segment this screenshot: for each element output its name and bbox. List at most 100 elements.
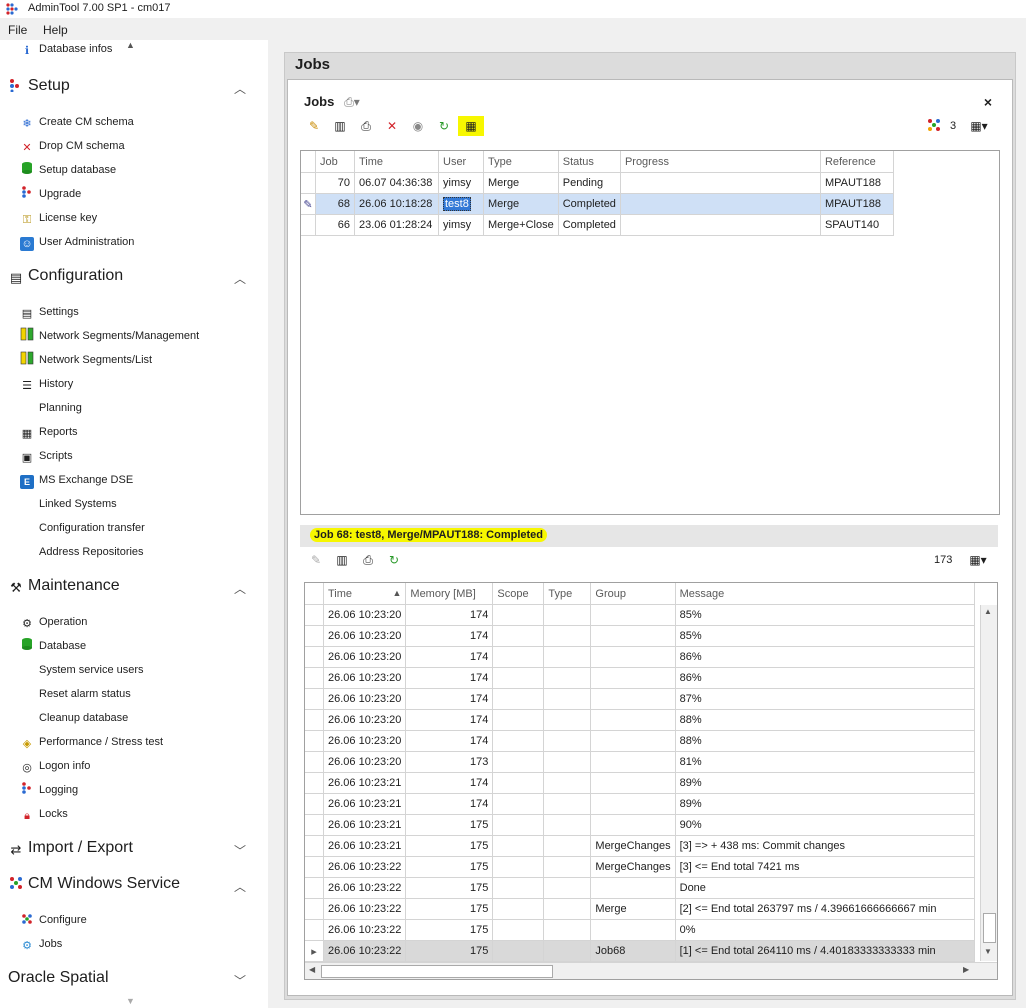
- scrollbar-thumb[interactable]: [321, 965, 553, 978]
- calendar-icon[interactable]: ▥: [334, 552, 350, 568]
- cell-type[interactable]: [543, 604, 592, 626]
- cell-type[interactable]: [543, 772, 592, 794]
- grid-layout-icon[interactable]: ▦▾: [966, 118, 992, 134]
- cell-type[interactable]: [543, 730, 592, 752]
- cell-scope[interactable]: [492, 940, 545, 962]
- close-icon[interactable]: ×: [980, 94, 996, 110]
- cell-group[interactable]: [590, 814, 676, 836]
- sidebar-item-jobs[interactable]: ⚙ Jobs: [20, 934, 62, 954]
- cell-scope[interactable]: [492, 646, 545, 668]
- cell-group[interactable]: MergeChanges: [590, 835, 676, 857]
- cell-time[interactable]: 26.06 10:23:20: [323, 730, 407, 752]
- cell-message[interactable]: 89%: [675, 772, 975, 794]
- cell-memory[interactable]: 174: [405, 688, 494, 710]
- col-progress[interactable]: Progress: [620, 151, 821, 173]
- sidebar-item-network-segments-management[interactable]: Network Segments/Management: [20, 326, 199, 346]
- cell-message[interactable]: 85%: [675, 604, 975, 626]
- cell-time[interactable]: 26.06 10:23:20: [323, 688, 407, 710]
- cell-message[interactable]: 85%: [675, 625, 975, 647]
- cell-type[interactable]: [543, 625, 592, 647]
- menu-file[interactable]: File: [8, 23, 27, 37]
- col-type[interactable]: Type: [483, 151, 559, 173]
- stop-icon[interactable]: ◉: [410, 118, 426, 134]
- sidebar-item-linked-systems[interactable]: Linked Systems: [39, 494, 117, 514]
- scrollbar-thumb[interactable]: [983, 913, 996, 943]
- sidebar-item-configuration-transfer[interactable]: Configuration transfer: [39, 518, 145, 538]
- cell-scope[interactable]: [492, 751, 545, 773]
- cell-scope[interactable]: [492, 709, 545, 731]
- cell-time[interactable]: 26.06 10:23:20: [323, 709, 407, 731]
- table-row[interactable]: 26.06 10:23:20 173 81%: [305, 751, 975, 773]
- vertical-scrollbar[interactable]: ▲ ▼: [980, 605, 997, 961]
- cell-type[interactable]: [543, 646, 592, 668]
- collapse-cm-windows-service-icon[interactable]: ︿: [234, 878, 246, 895]
- cell-memory[interactable]: 175: [405, 814, 494, 836]
- cell-time[interactable]: 06.07 04:36:38: [354, 172, 439, 194]
- cell-status[interactable]: Pending: [558, 172, 621, 194]
- cell-time[interactable]: 26.06 10:23:21: [323, 793, 407, 815]
- cell-time[interactable]: 26.06 10:23:20: [323, 625, 407, 647]
- sidebar-item-upgrade[interactable]: Upgrade: [20, 184, 81, 204]
- cell-memory[interactable]: 175: [405, 898, 494, 920]
- col-memory[interactable]: Memory [MB]: [405, 583, 494, 605]
- sidebar-item-reset-alarm-status[interactable]: Reset alarm status: [39, 684, 131, 704]
- scroll-left-icon[interactable]: ◀: [309, 965, 315, 974]
- cell-time[interactable]: 26.06 10:23:22: [323, 856, 407, 878]
- sidebar-item-history[interactable]: ☰ History: [20, 374, 73, 394]
- col-time[interactable]: Time: [354, 151, 439, 173]
- cell-group[interactable]: [590, 709, 676, 731]
- sidebar-item-reports[interactable]: ▦ Reports: [20, 422, 78, 442]
- sidebar-item-scripts[interactable]: ▣ Scripts: [20, 446, 73, 466]
- col-user[interactable]: User: [438, 151, 484, 173]
- sidebar-item-user-administration[interactable]: ☺ User Administration: [20, 232, 134, 252]
- table-row[interactable]: 26.06 10:23:20 174 85%: [305, 604, 975, 626]
- sidebar-item-performance-stress-test[interactable]: ◈ Performance / Stress test: [20, 732, 163, 752]
- cell-message[interactable]: 88%: [675, 709, 975, 731]
- print-menu-icon[interactable]: ⎙▾: [344, 94, 360, 110]
- cell-scope[interactable]: [492, 898, 545, 920]
- scroll-down-icon[interactable]: ▼: [126, 996, 135, 1006]
- cell-time[interactable]: 26.06 10:23:20: [323, 604, 407, 626]
- sidebar-item-operation[interactable]: ⚙ Operation: [20, 612, 87, 632]
- sidebar-item-network-segments-list[interactable]: Network Segments/List: [20, 350, 152, 370]
- cell-memory[interactable]: 174: [405, 793, 494, 815]
- cell-time[interactable]: 26.06 10:18:28: [354, 193, 439, 215]
- refresh-icon[interactable]: ↻: [386, 552, 402, 568]
- cell-scope[interactable]: [492, 688, 545, 710]
- sidebar-item-create-cm-schema[interactable]: ❄ Create CM schema: [20, 112, 133, 132]
- expand-import-export-icon[interactable]: ﹀: [234, 842, 246, 859]
- cell-time[interactable]: 26.06 10:23:20: [323, 667, 407, 689]
- table-row[interactable]: 26.06 10:23:22 175 MergeChanges [3] <= End …: [305, 856, 975, 878]
- printer-icon[interactable]: ⎙: [360, 552, 376, 568]
- cell-memory[interactable]: 174: [405, 772, 494, 794]
- cell-job[interactable]: 68: [315, 193, 355, 215]
- cell-time[interactable]: 26.06 10:23:21: [323, 814, 407, 836]
- cell-scope[interactable]: [492, 730, 545, 752]
- calendar-icon[interactable]: ▥: [332, 118, 348, 134]
- cell-memory[interactable]: 175: [405, 940, 494, 962]
- cell-group[interactable]: [590, 667, 676, 689]
- edit-icon[interactable]: ✎: [306, 118, 322, 134]
- color-dots-icon[interactable]: [926, 118, 942, 134]
- cell-reference[interactable]: MPAUT188: [820, 193, 894, 215]
- sidebar-item-drop-cm-schema[interactable]: ✕ Drop CM schema: [20, 136, 124, 156]
- table-row[interactable]: 26.06 10:23:20 174 86%: [305, 646, 975, 668]
- cell-scope[interactable]: [492, 604, 545, 626]
- cell-user[interactable]: yimsy: [438, 172, 484, 194]
- section-import-export-header[interactable]: ⇄ Import / Export: [8, 839, 133, 858]
- sidebar-item-configure[interactable]: Configure: [20, 910, 87, 930]
- cell-scope[interactable]: [492, 793, 545, 815]
- section-configuration-header[interactable]: ▤ Configuration: [8, 267, 123, 286]
- cell-message[interactable]: [2] <= End total 263797 ms / 4.396616666…: [675, 898, 975, 920]
- cell-user[interactable]: yimsy: [438, 214, 484, 236]
- collapse-configuration-icon[interactable]: ︿: [234, 270, 246, 287]
- cell-group[interactable]: [590, 730, 676, 752]
- cell-time[interactable]: 26.06 10:23:22: [323, 877, 407, 899]
- table-row[interactable]: ▸ 26.06 10:23:22 175 Job68 [1] <= End total …: [305, 940, 975, 962]
- cell-memory[interactable]: 175: [405, 877, 494, 899]
- cell-type[interactable]: [543, 709, 592, 731]
- scroll-up-icon[interactable]: ▲: [984, 607, 992, 616]
- table-row[interactable]: 26.06 10:23:22 175 Merge [2] <= End total 2…: [305, 898, 975, 920]
- cell-group[interactable]: [590, 688, 676, 710]
- cell-scope[interactable]: [492, 814, 545, 836]
